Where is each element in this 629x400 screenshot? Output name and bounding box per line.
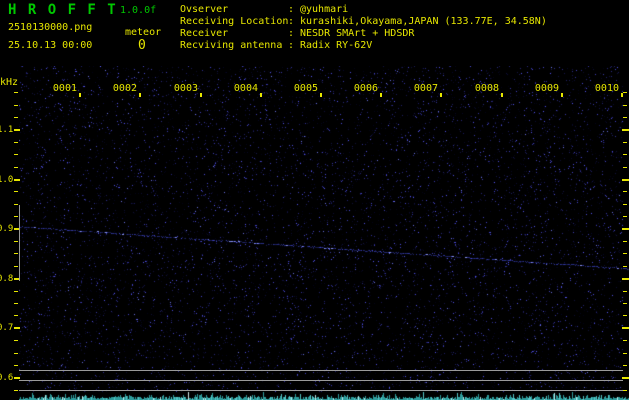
time-tick-label: 0007	[413, 83, 438, 94]
freq-major-tick-right	[622, 278, 629, 280]
freq-minor-tick-left	[14, 105, 18, 106]
info-colon: :	[288, 4, 295, 15]
info-label-receiver: Receiver	[180, 28, 229, 39]
freq-tick-label: 1.0	[0, 175, 14, 185]
freq-minor-tick-left	[14, 291, 18, 292]
meteor-count-label: meteor	[125, 27, 162, 38]
time-tick-mark	[260, 93, 262, 97]
echo-band-marker-line	[19, 205, 20, 281]
freq-minor-tick-right	[623, 365, 627, 366]
time-tick-label: 0009	[534, 83, 559, 94]
freq-minor-tick-right	[623, 167, 627, 168]
freq-major-tick-left	[14, 377, 20, 379]
freq-minor-tick-left	[14, 266, 18, 267]
info-value-receiver: NESDR SMArt + HDSDR	[300, 28, 415, 39]
time-tick-mark	[621, 93, 623, 97]
info-label-location: Receiving Location	[180, 16, 289, 27]
info-value-antenna: Radix RY-62V	[300, 40, 373, 51]
time-tick-label: 0002	[112, 83, 137, 94]
time-tick-label: 0008	[474, 83, 499, 94]
meteor-count-value: 0	[138, 38, 146, 53]
app-title: H R O F F T	[8, 2, 118, 18]
observation-datetime: 25.10.13 00:00	[8, 40, 93, 51]
freq-minor-tick-left	[14, 390, 18, 391]
freq-minor-tick-right	[623, 241, 627, 242]
time-tick-label: 0005	[293, 83, 318, 94]
freq-minor-tick-right	[623, 390, 627, 391]
freq-minor-tick-left	[14, 142, 18, 143]
time-tick-mark	[200, 93, 202, 97]
freq-minor-tick-left	[14, 204, 18, 205]
freq-tick-label: 1.1	[0, 125, 14, 135]
version-label: 1.0.0f	[120, 5, 157, 16]
freq-minor-tick-right	[623, 154, 627, 155]
freq-minor-tick-right	[623, 340, 627, 341]
freq-minor-tick-right	[623, 303, 627, 304]
freq-tick-label: 0.6	[0, 373, 14, 383]
freq-minor-tick-left	[14, 167, 18, 168]
time-tick-mark	[79, 93, 81, 97]
freq-major-tick-right	[622, 179, 629, 181]
info-value-location: kurashiki,Okayama,JAPAN (133.77E, 34.58N…	[300, 16, 547, 27]
freq-major-tick-right	[622, 129, 629, 131]
freq-tick-label: 0.9	[0, 224, 14, 234]
freq-tick-label: 0.8	[0, 274, 14, 284]
time-tick-mark	[320, 93, 322, 97]
time-tick-mark	[440, 93, 442, 97]
freq-minor-tick-right	[623, 142, 627, 143]
freq-minor-tick-right	[623, 105, 627, 106]
freq-minor-tick-right	[623, 204, 627, 205]
freq-minor-tick-right	[623, 353, 627, 354]
freq-major-tick-left	[14, 327, 20, 329]
freq-minor-tick-right	[623, 266, 627, 267]
time-tick-mark	[139, 93, 141, 97]
time-tick-mark	[561, 93, 563, 97]
hrofft-screen: H R O F F T 1.0.0f 2510130000.png meteor…	[0, 0, 629, 400]
freq-minor-tick-right	[623, 291, 627, 292]
freq-minor-tick-right	[623, 315, 627, 316]
freq-minor-tick-left	[14, 315, 18, 316]
freq-minor-tick-left	[14, 241, 18, 242]
freq-minor-tick-right	[623, 191, 627, 192]
freq-tick-label: 0.7	[0, 323, 14, 333]
reference-line-upper	[19, 370, 623, 371]
time-tick-mark	[380, 93, 382, 97]
time-tick-mark	[501, 93, 503, 97]
time-tick-label: 0003	[173, 83, 198, 94]
reference-line-middle	[19, 380, 623, 381]
freq-minor-tick-right	[623, 216, 627, 217]
freq-minor-tick-left	[14, 216, 18, 217]
time-tick-label: 0004	[233, 83, 258, 94]
info-value-observer: @yuhmari	[300, 4, 349, 15]
reference-line-lower	[19, 390, 623, 391]
freq-major-tick-right	[622, 327, 629, 329]
freq-minor-tick-left	[14, 92, 18, 93]
time-tick-label: 0001	[52, 83, 77, 94]
info-colon: :	[288, 16, 295, 27]
freq-minor-tick-left	[14, 303, 18, 304]
freq-minor-tick-left	[14, 365, 18, 366]
freq-minor-tick-right	[623, 117, 627, 118]
info-label-antenna: Recviving antenna	[180, 40, 283, 51]
freq-minor-tick-right	[623, 253, 627, 254]
freq-major-tick-left	[14, 179, 20, 181]
freq-major-tick-right	[622, 377, 629, 379]
freq-minor-tick-left	[14, 353, 18, 354]
freq-minor-tick-left	[14, 191, 18, 192]
freq-major-tick-left	[14, 129, 20, 131]
info-colon: :	[288, 28, 295, 39]
output-filename: 2510130000.png	[8, 22, 93, 33]
freq-minor-tick-left	[14, 117, 18, 118]
frequency-axis-unit-label: kHz	[0, 77, 19, 88]
info-label-observer: Ovserver	[180, 4, 229, 15]
info-colon: :	[288, 40, 295, 51]
time-tick-label: 0010	[594, 83, 619, 94]
freq-minor-tick-left	[14, 154, 18, 155]
spectrogram-canvas	[19, 66, 629, 400]
freq-minor-tick-right	[623, 92, 627, 93]
time-tick-label: 0006	[353, 83, 378, 94]
freq-minor-tick-left	[14, 253, 18, 254]
freq-minor-tick-left	[14, 340, 18, 341]
freq-major-tick-right	[622, 228, 629, 230]
